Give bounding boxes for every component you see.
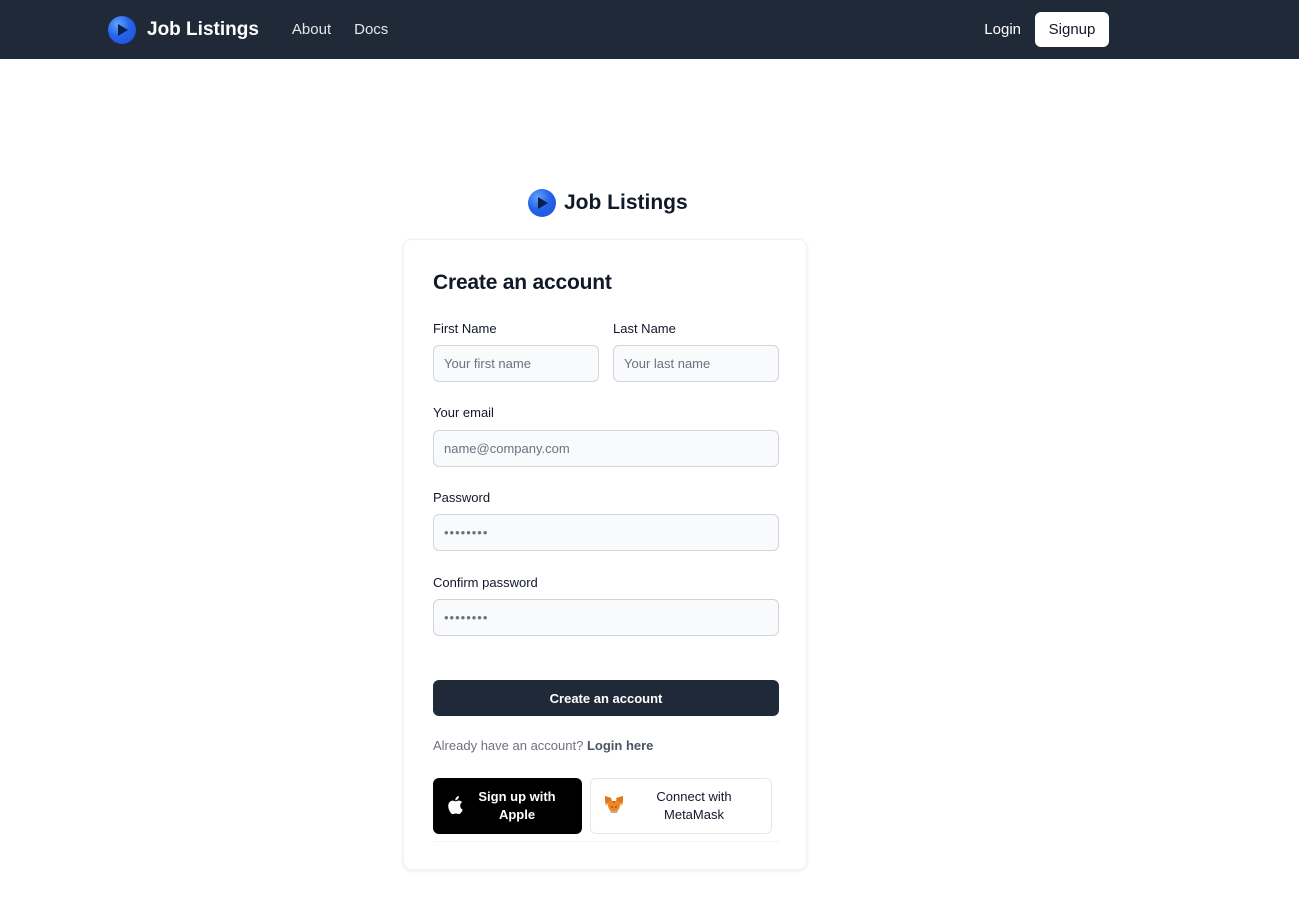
nav-login-link[interactable]: Login bbox=[984, 21, 1021, 38]
nav-signup-button[interactable]: Signup bbox=[1035, 12, 1109, 47]
nav-link-docs[interactable]: Docs bbox=[354, 21, 388, 38]
social-signup-row: Sign up with Apple Connect with MetaMask bbox=[433, 778, 779, 842]
apple-signup-button[interactable]: Sign up with Apple bbox=[433, 778, 582, 834]
login-here-link[interactable]: Login here bbox=[587, 738, 653, 753]
metamask-connect-label: Connect with MetaMask bbox=[656, 789, 732, 822]
top-navbar: Job Listings About Docs Login Signup bbox=[0, 0, 1299, 59]
first-name-input[interactable] bbox=[433, 345, 599, 382]
navbar-inner: Job Listings About Docs Login Signup bbox=[108, 0, 1109, 59]
password-input[interactable] bbox=[433, 514, 779, 551]
first-name-label: First Name bbox=[433, 321, 497, 336]
last-name-label: Last Name bbox=[613, 321, 676, 336]
brand-logo-icon bbox=[108, 15, 136, 44]
form-title: Create an account bbox=[433, 271, 612, 294]
email-label: Your email bbox=[433, 405, 494, 420]
password-label: Password bbox=[433, 490, 491, 505]
page-brand-name: Job Listings bbox=[564, 191, 688, 214]
login-prompt: Already have an account? Login here bbox=[433, 738, 653, 753]
email-input[interactable] bbox=[433, 430, 779, 467]
signup-card: Create an account First Name Last Name Y… bbox=[403, 239, 807, 870]
create-account-button[interactable]: Create an account bbox=[433, 680, 779, 716]
page-brand: Job Listings bbox=[528, 189, 688, 217]
last-name-input[interactable] bbox=[613, 345, 779, 382]
metamask-connect-button[interactable]: Connect with MetaMask bbox=[590, 778, 772, 834]
navbar-brand-name: Job Listings bbox=[147, 18, 259, 40]
apple-icon bbox=[447, 795, 463, 817]
brand-logo-icon bbox=[528, 189, 556, 217]
nav-auth-actions: Login Signup bbox=[984, 12, 1109, 47]
apple-signup-label: Sign up with Apple bbox=[478, 789, 556, 822]
nav-link-about[interactable]: About bbox=[292, 21, 331, 38]
navbar-brand-link[interactable]: Job Listings bbox=[108, 15, 259, 44]
confirm-password-label: Confirm password bbox=[433, 575, 538, 590]
login-prompt-text: Already have an account? bbox=[433, 738, 584, 753]
nav-links: About Docs bbox=[292, 21, 411, 38]
confirm-password-input[interactable] bbox=[433, 599, 779, 636]
metamask-fox-icon bbox=[604, 795, 624, 818]
